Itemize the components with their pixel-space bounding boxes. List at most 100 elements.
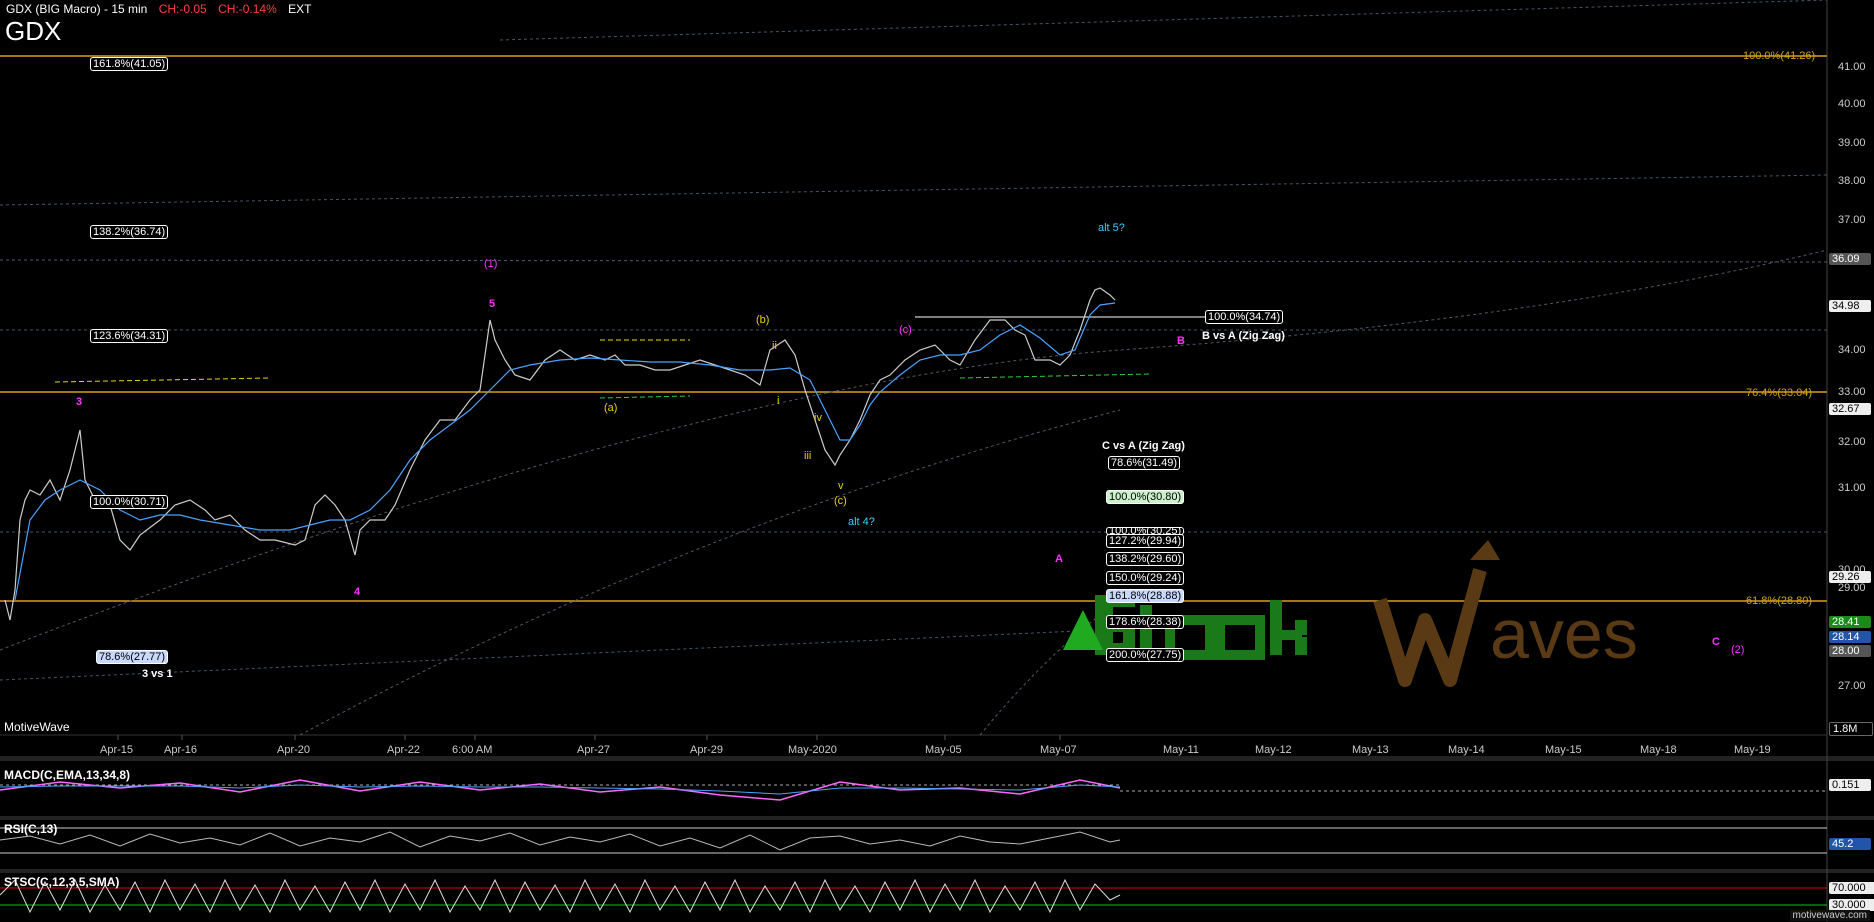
wave-label-ii: ii: [772, 340, 777, 352]
price-badge: 28.14: [1829, 631, 1871, 643]
rsi-value-badge: 45.2: [1829, 838, 1871, 850]
time-tick: May-2020: [788, 744, 837, 756]
change-pct: CH:-0.14%: [218, 2, 277, 16]
green-dash: [959, 373, 1151, 379]
fib-box[interactable]: 200.0%(27.75): [1106, 648, 1185, 662]
wave-label-v: v: [838, 480, 844, 492]
price-badge-last: 34.98: [1829, 300, 1871, 312]
time-tick: May-12: [1255, 744, 1292, 756]
price-tick: 34.00: [1838, 344, 1866, 356]
time-tick: Apr-22: [387, 744, 421, 756]
wave-label-iii: iii: [804, 450, 812, 462]
motivewave-watermark: MotiveWave: [4, 720, 70, 734]
fib-box[interactable]: 138.2%(29.60): [1106, 552, 1185, 566]
c-vs-a-title: C vs A (Zig Zag): [1102, 440, 1185, 452]
time-tick: May-13: [1352, 744, 1389, 756]
pane-divider[interactable]: [0, 816, 1874, 820]
time-tick: May-07: [1040, 744, 1077, 756]
fib-box[interactable]: 178.6%(28.38): [1106, 615, 1185, 629]
time-tick: May-05: [925, 744, 962, 756]
fib-box[interactable]: 138.2%(36.74): [90, 225, 169, 239]
time-axis-ticks: [117, 735, 1061, 740]
time-tick: 6:00 AM: [452, 744, 493, 756]
fib-box[interactable]: 127.2%(29.94): [1106, 534, 1185, 548]
time-tick: May-14: [1448, 744, 1485, 756]
fib-box[interactable]: 123.6%(34.31): [90, 329, 169, 343]
wave-label-B: B: [1177, 335, 1185, 347]
wave-label-alt5: alt 5?: [1098, 222, 1125, 234]
time-tick: Apr-27: [577, 744, 611, 756]
yellow-dash: [54, 377, 271, 383]
wave-label-a: (a): [604, 402, 618, 414]
time-tick: Apr-29: [690, 744, 724, 756]
wave-label-i: i: [777, 395, 780, 407]
macd-label[interactable]: MACD(C,EMA,13,34,8): [4, 768, 130, 782]
fib-gold-label: 100.0%(41.26): [1743, 50, 1816, 62]
time-tick: May-19: [1734, 744, 1771, 756]
price-tick: 29.00: [1838, 582, 1866, 594]
wave-label-C: C: [1712, 636, 1720, 648]
pane-divider[interactable]: [0, 869, 1874, 873]
wave-label-iv: iv: [814, 412, 822, 424]
wave-label-3: 3: [76, 396, 83, 408]
macd-value-badge: 0.151: [1829, 779, 1871, 791]
rsi-line: [0, 831, 1121, 851]
green-dash: [599, 395, 691, 399]
stoch-line: [0, 878, 1121, 914]
wave-label-4: 4: [354, 586, 361, 598]
time-tick: May-11: [1163, 744, 1199, 756]
price-tick: 27.00: [1838, 680, 1866, 692]
wave-label-c: (c): [834, 495, 847, 507]
channel-curve: [299, 409, 1121, 736]
wave-label-alt4: alt 4?: [848, 516, 875, 528]
channel-line: [0, 174, 1828, 206]
fib-box[interactable]: 78.6%(31.49): [1108, 456, 1181, 470]
three-vs-one-label: 3 vs 1: [142, 668, 173, 680]
time-tick: May-18: [1640, 744, 1677, 756]
time-tick: Apr-16: [164, 744, 198, 756]
price-tick: 32.00: [1838, 436, 1866, 448]
change-abs: CH:-0.05: [158, 2, 207, 16]
wave-label-A: A: [1055, 553, 1063, 565]
b-vs-a-caption: B vs A (Zig Zag): [1202, 330, 1285, 342]
wave-label-b: (b): [756, 314, 770, 326]
chart-title: GDX (BIG Macro) - 15 min: [6, 2, 148, 16]
fib-box[interactable]: 78.6%(27.77): [96, 650, 169, 664]
channel-line: [499, 0, 1828, 41]
price-badge: 32.67: [1829, 403, 1871, 415]
rsi-label[interactable]: RSI(C,13): [4, 822, 57, 836]
fib-box[interactable]: 100.0%(30.71): [90, 495, 169, 509]
stoch-top-badge: 70.000: [1829, 882, 1874, 894]
price-badge: 29.26: [1829, 571, 1871, 583]
price-tick: 38.00: [1838, 175, 1866, 187]
price-badge: 28.00: [1829, 645, 1871, 657]
wave-label-1: (1): [484, 258, 498, 270]
fib-box[interactable]: 100.0%(30.80): [1106, 490, 1185, 504]
pane-divider[interactable]: [0, 756, 1874, 761]
session-label: EXT: [288, 2, 312, 16]
fib-gold-label: 76.4%(33.04): [1746, 387, 1813, 399]
price-tick: 31.00: [1838, 482, 1866, 494]
svg-text:aves: aves: [1490, 595, 1638, 673]
volume-badge: 1.8M: [1829, 722, 1873, 736]
fib-box[interactable]: 161.8%(28.88): [1106, 589, 1185, 603]
fib-gold-label: 61.8%(28.80): [1746, 595, 1813, 607]
moving-average: [14, 302, 1116, 601]
macd-line: [0, 779, 1121, 801]
fib-box-b-vs-a[interactable]: 100.0%(34.74): [1205, 310, 1284, 324]
fib-box[interactable]: 161.8%(41.05): [90, 57, 169, 71]
price-tick: 41.00: [1838, 61, 1866, 73]
wave-label-c2: (c): [899, 324, 912, 336]
price-tick: 39.00: [1838, 137, 1866, 149]
price-tick: 37.00: [1838, 214, 1866, 226]
stoch-label[interactable]: STSC(C,12,3,5,SMA): [4, 875, 119, 889]
fib-box[interactable]: 150.0%(29.24): [1106, 571, 1185, 585]
motivewave-footer-link[interactable]: motivewave.com: [1789, 910, 1870, 921]
wave-label-5: 5: [489, 298, 496, 310]
chart-canvas[interactable]: aves: [0, 0, 1874, 922]
price-series: [4, 287, 1116, 621]
price-badge: 28.41: [1829, 616, 1871, 628]
time-tick: Apr-20: [277, 744, 311, 756]
channel-curve: [0, 249, 1828, 651]
channel-line: [0, 259, 1828, 263]
